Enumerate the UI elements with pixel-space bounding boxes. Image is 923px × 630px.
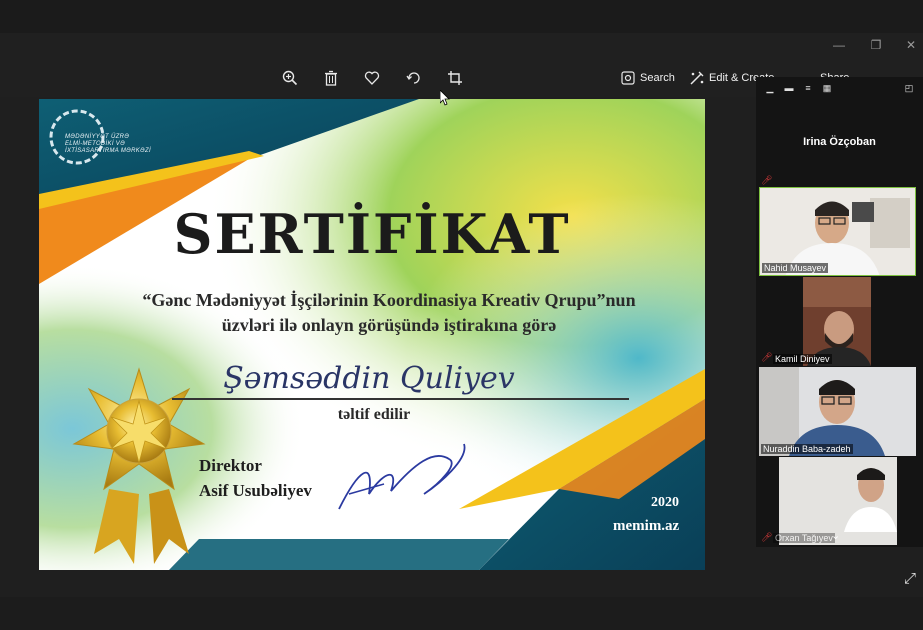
heart-icon[interactable] [362, 70, 382, 88]
muted-mic-icon: 🎤︎ [761, 175, 773, 185]
pip-icon[interactable]: ◰ [902, 83, 916, 93]
certificate-website: memim.az [613, 518, 680, 534]
muted-mic-icon: 🎤︎ [761, 352, 773, 362]
view-list-icon[interactable]: ≡ [801, 83, 815, 93]
restore-button[interactable]: ❐ [864, 38, 888, 52]
participant-name: Nahid Musayev [762, 263, 829, 273]
window-titlebar [0, 33, 923, 61]
close-button[interactable]: ✕ [899, 38, 923, 52]
participant-tile[interactable]: Nahid Musayev [759, 187, 916, 276]
view-grid-icon[interactable]: ▦ [820, 83, 834, 93]
bottom-bar [0, 597, 923, 630]
certificate-description-line2: üzvləri ilə onlayn görüşündə iştirakına … [221, 315, 557, 335]
awarded-text: təltif edilir [337, 406, 411, 423]
participant-name: Kamil Diniyev [773, 354, 832, 364]
participant-tile[interactable]: Nuraddin Baba-zadeh [759, 367, 916, 456]
search-icon[interactable] [618, 70, 638, 88]
minimize-button[interactable]: — [827, 38, 851, 52]
participant-name: Nuraddin Baba-zadeh [761, 444, 853, 454]
organization-logo-text: MƏDƏNİYYƏT ÜZRƏ ELMİ-METODİKİ VƏ İXTİSAS… [65, 134, 151, 154]
recipient-name: Şəmsəddin Quliyev [223, 361, 515, 396]
director-name: Asif Usubəliyev [199, 481, 312, 500]
view-small-icon[interactable]: ▬ [782, 83, 796, 93]
rotate-icon[interactable] [404, 70, 424, 88]
scroll-down-chevron-icon[interactable]: ⌄ [831, 529, 840, 542]
mouse-cursor-icon [439, 89, 450, 111]
expand-icon[interactable]: ⤢ [904, 570, 916, 587]
trash-icon[interactable] [321, 70, 341, 88]
minimize-panel-icon[interactable]: ▁ [763, 83, 777, 93]
edit-create-icon[interactable] [687, 70, 707, 88]
participant-name: Orxan Tağıyev [773, 533, 835, 543]
zoom-in-icon[interactable] [280, 70, 300, 88]
search-button[interactable]: Search [640, 72, 675, 84]
crop-icon[interactable] [445, 70, 465, 88]
director-title: Direktor [199, 456, 262, 475]
active-speaker-name: Irina Özçoban [803, 136, 876, 148]
participant-video [759, 277, 916, 366]
certificate-title: SERTİFİKAT [173, 202, 571, 266]
certificate-image: MƏDƏNİYYƏT ÜZRƏ ELMİ-METODİKİ VƏ İXTİSAS… [39, 99, 705, 570]
muted-mic-icon: 🎤︎ [761, 532, 773, 542]
participant-tile[interactable]: 🎤︎ Orxan Tağıyev ⌄ [759, 457, 916, 545]
certificate-year: 2020 [651, 495, 679, 510]
participant-tile[interactable]: 🎤︎ Kamil Diniyev [759, 277, 916, 366]
participant-video [759, 367, 916, 456]
recipient-underline [172, 398, 629, 400]
top-bar [0, 0, 923, 33]
certificate-description-line1: “Gənc Mədəniyyət İşçilərinin Koordinasiy… [142, 290, 636, 310]
